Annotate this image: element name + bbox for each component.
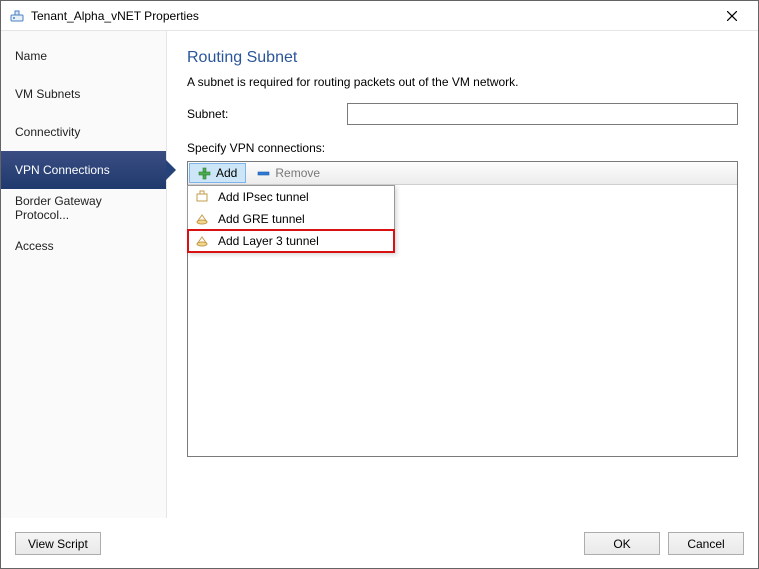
tunnel-icon bbox=[194, 233, 210, 249]
dropdown-item-label: Add IPsec tunnel bbox=[218, 190, 309, 204]
dropdown-item-gre[interactable]: Add GRE tunnel bbox=[188, 208, 394, 230]
dropdown-item-label: Add Layer 3 tunnel bbox=[218, 234, 319, 248]
sidebar-item-connectivity[interactable]: Connectivity bbox=[1, 113, 166, 151]
sidebar-item-vpn-connections[interactable]: VPN Connections bbox=[1, 151, 166, 189]
list-content: Add IPsec tunnel Add GRE tunnel bbox=[188, 185, 737, 456]
sidebar-item-bgp[interactable]: Border Gateway Protocol... bbox=[1, 189, 166, 227]
close-icon bbox=[727, 11, 737, 21]
plus-icon bbox=[198, 167, 211, 180]
titlebar: Tenant_Alpha_vNET Properties bbox=[1, 1, 758, 31]
subnet-label: Subnet: bbox=[187, 107, 347, 121]
sidebar-item-label: VM Subnets bbox=[15, 87, 80, 101]
add-button-label: Add bbox=[216, 166, 237, 180]
sidebar-item-label: Access bbox=[15, 239, 54, 253]
sidebar-item-vm-subnets[interactable]: VM Subnets bbox=[1, 75, 166, 113]
section-description: A subnet is required for routing packets… bbox=[187, 75, 738, 89]
dialog-body: Name VM Subnets Connectivity VPN Connect… bbox=[1, 31, 758, 518]
minus-icon bbox=[257, 167, 270, 180]
tunnel-icon bbox=[194, 189, 210, 205]
list-toolbar: Add Remove bbox=[188, 162, 737, 185]
dropdown-item-layer3[interactable]: Add Layer 3 tunnel bbox=[188, 230, 394, 252]
sidebar-item-access[interactable]: Access bbox=[1, 227, 166, 265]
tunnel-icon bbox=[194, 211, 210, 227]
nav-sidebar: Name VM Subnets Connectivity VPN Connect… bbox=[1, 31, 167, 518]
sidebar-item-label: VPN Connections bbox=[15, 163, 110, 177]
section-heading: Routing Subnet bbox=[187, 49, 738, 67]
remove-button-label: Remove bbox=[275, 166, 320, 180]
cancel-button[interactable]: Cancel bbox=[668, 532, 744, 555]
window-title: Tenant_Alpha_vNET Properties bbox=[31, 9, 712, 23]
dropdown-item-ipsec[interactable]: Add IPsec tunnel bbox=[188, 186, 394, 208]
dropdown-item-label: Add GRE tunnel bbox=[218, 212, 305, 226]
remove-button[interactable]: Remove bbox=[248, 163, 329, 183]
app-icon bbox=[9, 8, 25, 24]
main-panel: Routing Subnet A subnet is required for … bbox=[167, 31, 758, 518]
sidebar-item-label: Name bbox=[15, 49, 47, 63]
sidebar-item-name[interactable]: Name bbox=[1, 37, 166, 75]
add-button[interactable]: Add bbox=[189, 163, 246, 183]
close-button[interactable] bbox=[712, 2, 752, 30]
vpn-connections-list: Add Remove bbox=[187, 161, 738, 457]
vpn-connections-label: Specify VPN connections: bbox=[187, 141, 738, 155]
sidebar-item-label: Border Gateway Protocol... bbox=[15, 194, 152, 222]
subnet-row: Subnet: bbox=[187, 103, 738, 125]
add-dropdown: Add IPsec tunnel Add GRE tunnel bbox=[187, 185, 395, 253]
sidebar-item-label: Connectivity bbox=[15, 125, 80, 139]
ok-button[interactable]: OK bbox=[584, 532, 660, 555]
subnet-input[interactable] bbox=[347, 103, 738, 125]
view-script-button[interactable]: View Script bbox=[15, 532, 101, 555]
properties-dialog: Tenant_Alpha_vNET Properties Name VM Sub… bbox=[0, 0, 759, 569]
dialog-footer: View Script OK Cancel bbox=[1, 518, 758, 568]
